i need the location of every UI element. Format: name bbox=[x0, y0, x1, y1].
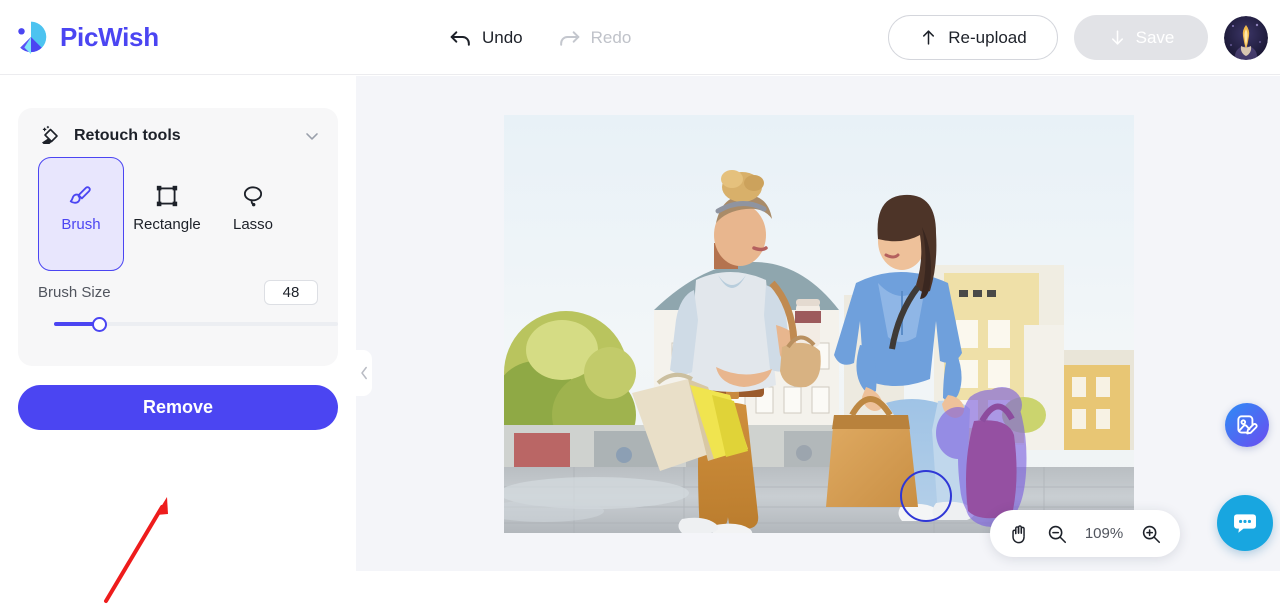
header-actions: Re-upload Save bbox=[888, 0, 1268, 75]
picwish-logo-icon bbox=[18, 21, 47, 55]
chevron-down-icon[interactable] bbox=[302, 126, 322, 146]
avatar[interactable] bbox=[1224, 15, 1268, 60]
brush-icon bbox=[68, 179, 94, 213]
tool-brush-label: Brush bbox=[61, 216, 101, 233]
brush-cursor-circle bbox=[900, 470, 952, 522]
panel-header[interactable]: Retouch tools bbox=[38, 124, 322, 148]
brand[interactable]: PicWish bbox=[12, 18, 159, 56]
reupload-button[interactable]: Re-upload bbox=[888, 15, 1058, 60]
retouch-tools-panel: Retouch tools Brush Rectangle Lasso Brus… bbox=[18, 108, 338, 366]
redo-button[interactable]: Redo bbox=[555, 21, 634, 54]
tool-rectangle[interactable]: Rectangle bbox=[124, 157, 210, 271]
zoom-in-button[interactable] bbox=[1140, 523, 1162, 545]
redo-label: Redo bbox=[590, 27, 632, 47]
brush-mask-overlay bbox=[936, 387, 1027, 527]
save-label: Save bbox=[1135, 27, 1175, 47]
undo-label: Undo bbox=[482, 27, 523, 47]
magnifier-plus-icon bbox=[1142, 525, 1161, 543]
slider-knob[interactable] bbox=[92, 317, 107, 332]
history-controls: Undo Redo bbox=[446, 0, 633, 75]
panel-title: Retouch tools bbox=[74, 127, 181, 144]
save-button[interactable]: Save bbox=[1074, 15, 1208, 60]
tool-lasso-label: Lasso bbox=[232, 216, 274, 233]
rectangle-icon bbox=[154, 179, 180, 213]
brush-size-row: Brush Size 48 bbox=[38, 280, 318, 305]
arrow-up-icon bbox=[923, 30, 935, 45]
lasso-icon bbox=[240, 179, 266, 213]
sidebar: Retouch tools Brush Rectangle Lasso Brus… bbox=[0, 76, 356, 603]
image-edit-icon bbox=[1237, 415, 1258, 435]
redo-arrow-icon bbox=[559, 31, 579, 46]
arrow-down-icon bbox=[1111, 30, 1123, 45]
chat-bubble-icon bbox=[1234, 514, 1256, 533]
brush-size-slider[interactable] bbox=[54, 315, 338, 333]
zoom-controls: 109% bbox=[990, 510, 1180, 557]
red-arrow-annotation bbox=[104, 497, 168, 603]
brush-size-label: Brush Size bbox=[38, 284, 111, 301]
eraser-sparkle-icon bbox=[42, 125, 58, 144]
undo-button[interactable]: Undo bbox=[446, 21, 525, 54]
tool-rectangle-label: Rectangle bbox=[133, 216, 201, 233]
tool-lasso[interactable]: Lasso bbox=[210, 157, 296, 271]
photo-container[interactable] bbox=[504, 115, 1134, 533]
editor-canvas: 109% bbox=[356, 76, 1280, 571]
magnifier-minus-icon bbox=[1048, 525, 1067, 543]
undo-arrow-icon bbox=[450, 31, 470, 46]
reupload-label: Re-upload bbox=[948, 27, 1027, 47]
tool-selector: Brush Rectangle Lasso bbox=[38, 157, 328, 271]
brush-size-input[interactable]: 48 bbox=[264, 280, 318, 305]
zoom-out-button[interactable] bbox=[1046, 523, 1068, 545]
app-header: PicWish Undo Redo Re-upload Save bbox=[0, 0, 1280, 75]
image-edit-fab[interactable] bbox=[1225, 403, 1269, 447]
zoom-level: 109% bbox=[1084, 525, 1124, 542]
brand-name: PicWish bbox=[60, 21, 159, 52]
chat-fab[interactable] bbox=[1217, 495, 1273, 551]
hand-tool-icon[interactable] bbox=[1008, 523, 1030, 545]
chevron-left-icon bbox=[360, 366, 367, 380]
remove-button[interactable]: Remove bbox=[18, 385, 338, 430]
tool-brush[interactable]: Brush bbox=[38, 157, 124, 271]
panel-collapse-toggle[interactable] bbox=[356, 350, 372, 396]
